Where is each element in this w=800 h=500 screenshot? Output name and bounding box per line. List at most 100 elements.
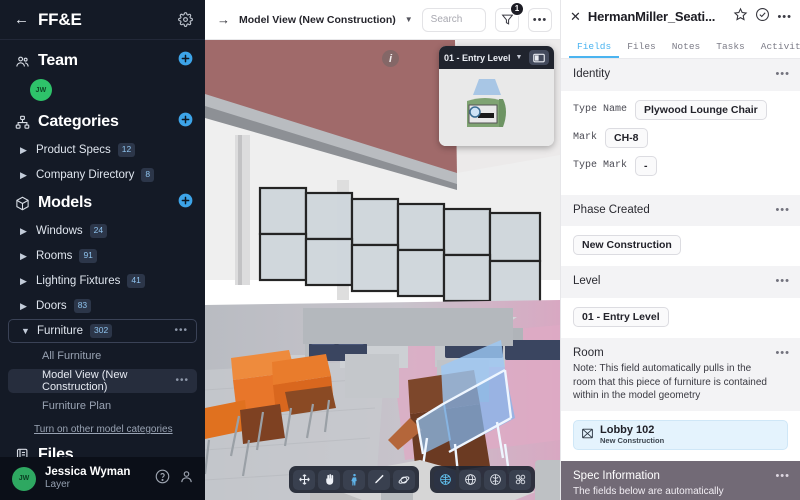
sidebar-footer: JW Jessica Wyman Layer — [0, 457, 205, 500]
section-note: The fields below are automatically popul… — [573, 486, 755, 500]
sitemap-icon — [14, 114, 30, 130]
sidebar-item-windows[interactable]: ▶ Windows 24 — [8, 219, 197, 243]
section-more-icon[interactable]: ••• — [775, 346, 790, 358]
center-pane: → Model View (New Construction) ▼ Search… — [205, 0, 560, 500]
sidebar-item-all-furniture[interactable]: All Furniture — [8, 344, 197, 368]
pan-hand-tool[interactable] — [318, 469, 340, 490]
sidebar-item-furniture-plan[interactable]: Furniture Plan — [8, 394, 197, 418]
section-view-tool[interactable] — [509, 469, 531, 490]
sidebar-section-team[interactable]: Team — [0, 46, 205, 76]
panel-toggle-icon[interactable] — [529, 50, 549, 65]
gear-icon[interactable] — [178, 12, 193, 27]
render-view-tool[interactable] — [484, 469, 506, 490]
room-chip[interactable]: Lobby 102 New Construction — [573, 419, 788, 450]
sidebar-item-rooms[interactable]: ▶ Rooms 91 — [8, 244, 197, 268]
section-header-room: Room Note: This field automatically pull… — [561, 337, 800, 411]
filter-button[interactable]: 1 — [495, 1, 524, 32]
add-category-button[interactable] — [178, 112, 193, 132]
sidebar-item-label: Doors — [36, 300, 67, 312]
tab-files[interactable]: Files — [619, 41, 664, 58]
sidebar-item-doors[interactable]: ▶ Doors 83 — [8, 294, 197, 318]
section-title: Phase Created — [573, 203, 650, 216]
sidebar-item-product-specs[interactable]: ▶ Product Specs 12 — [8, 138, 197, 162]
chevron-down-icon[interactable]: ▼ — [516, 54, 523, 61]
details-more-icon[interactable]: ••• — [777, 11, 792, 22]
turn-on-other-categories-link[interactable]: Turn on other model categories — [0, 419, 205, 440]
sidebar: ← FF&E Team JW Categories ▶ Product Spec… — [0, 0, 205, 500]
section-header-level: Level ••• — [561, 266, 800, 298]
field-label: Type Mark — [573, 160, 628, 172]
furniture-more-icon[interactable]: ••• — [174, 326, 188, 336]
close-icon[interactable]: ✕ — [570, 9, 581, 25]
user-org: Layer — [45, 479, 71, 491]
sidebar-section-models[interactable]: Models — [0, 188, 205, 218]
help-circle-icon[interactable] — [155, 469, 170, 489]
tab-activity[interactable]: Activity — [753, 41, 800, 58]
sidebar-item-company-directory[interactable]: ▶ Company Directory 8 — [8, 163, 197, 187]
chevron-down-icon[interactable]: ▼ — [405, 15, 413, 24]
add-model-button[interactable] — [178, 193, 193, 213]
navigation-tools[interactable] — [289, 466, 419, 493]
sidebar-item-furniture[interactable]: ▼ Furniture 302 ••• — [8, 319, 197, 343]
minimap-panel[interactable]: 01 - Entry Level ▼ — [439, 46, 554, 146]
chevron-right-icon: ▶ — [20, 225, 27, 236]
star-icon[interactable] — [733, 7, 748, 27]
item-count-badge: 91 — [79, 249, 97, 263]
sidebar-item-label: Product Specs — [36, 144, 111, 156]
arrow-right-icon[interactable]: → — [217, 12, 230, 27]
sidebar-section-categories[interactable]: Categories — [0, 107, 205, 137]
sidebar-item-label: Company Directory — [36, 169, 135, 181]
search-input[interactable]: Search — [421, 7, 486, 32]
orbit-tool[interactable] — [393, 469, 415, 490]
field-value[interactable]: - — [635, 155, 657, 176]
section-body-room: Lobby 102 New Construction — [561, 411, 800, 461]
section-title: Spec Information — [573, 469, 660, 482]
tab-notes[interactable]: Notes — [664, 41, 709, 58]
walk-person-tool[interactable] — [343, 469, 365, 490]
avatar[interactable]: JW — [12, 466, 36, 491]
person-icon[interactable] — [179, 469, 194, 489]
item-title: HermanMiller_Seati... — [587, 9, 716, 24]
search-placeholder: Search — [430, 14, 463, 25]
model-viewport[interactable]: i 01 - Entry Level ▼ — [205, 40, 560, 500]
section-more-icon[interactable]: ••• — [775, 203, 790, 215]
field-value[interactable]: CH-8 — [605, 127, 648, 148]
item-count-badge: 41 — [127, 274, 145, 288]
field-value[interactable]: 01 - Entry Level — [573, 306, 669, 327]
room-phase: New Construction — [600, 436, 665, 446]
field-type-mark: Type Mark - — [573, 155, 788, 176]
tab-tasks[interactable]: Tasks — [708, 41, 753, 58]
avatar[interactable]: JW — [30, 79, 52, 101]
field-label: Mark — [573, 132, 598, 144]
wireframe-view-tool[interactable] — [434, 469, 456, 490]
shaded-view-tool[interactable] — [459, 469, 481, 490]
chevron-right-icon: ▶ — [20, 144, 27, 155]
sidebar-item-model-view[interactable]: Model View (New Construction) ••• — [8, 369, 197, 393]
info-icon[interactable]: i — [382, 50, 399, 67]
minimap-plan[interactable] — [439, 69, 554, 146]
filter-icon — [501, 14, 513, 25]
check-circle-icon[interactable] — [755, 7, 770, 27]
sidebar-item-lighting-fixtures[interactable]: ▶ Lighting Fixtures 41 — [8, 269, 197, 293]
section-title: Level — [573, 275, 601, 288]
minimap-level-label: 01 - Entry Level — [444, 52, 511, 63]
tab-fields[interactable]: Fields — [569, 41, 620, 58]
room-chip-text: Lobby 102 New Construction — [600, 424, 664, 446]
section-more-icon[interactable]: ••• — [775, 67, 790, 80]
section-more-icon[interactable]: ••• — [775, 274, 790, 287]
section-more-icon[interactable]: ••• — [775, 469, 790, 481]
minimap-level-bar[interactable]: 01 - Entry Level ▼ — [439, 46, 554, 69]
more-options-button[interactable]: ••• — [528, 7, 552, 32]
select-move-tool[interactable] — [293, 469, 315, 490]
add-team-button[interactable] — [178, 51, 193, 71]
cube-icon — [14, 195, 30, 211]
field-value[interactable]: Plywood Lounge Chair — [635, 99, 767, 120]
measure-pencil-tool[interactable] — [368, 469, 390, 490]
view-mode-tools[interactable] — [430, 466, 535, 493]
current-view-label: Model View (New Construction) — [239, 13, 396, 26]
arrow-left-icon[interactable]: ← — [14, 12, 29, 27]
field-value[interactable]: New Construction — [573, 235, 681, 256]
sidebar-item-label: All Furniture — [42, 350, 102, 362]
project-title: FF&E — [38, 9, 82, 29]
model-view-more-icon[interactable]: ••• — [175, 376, 189, 386]
